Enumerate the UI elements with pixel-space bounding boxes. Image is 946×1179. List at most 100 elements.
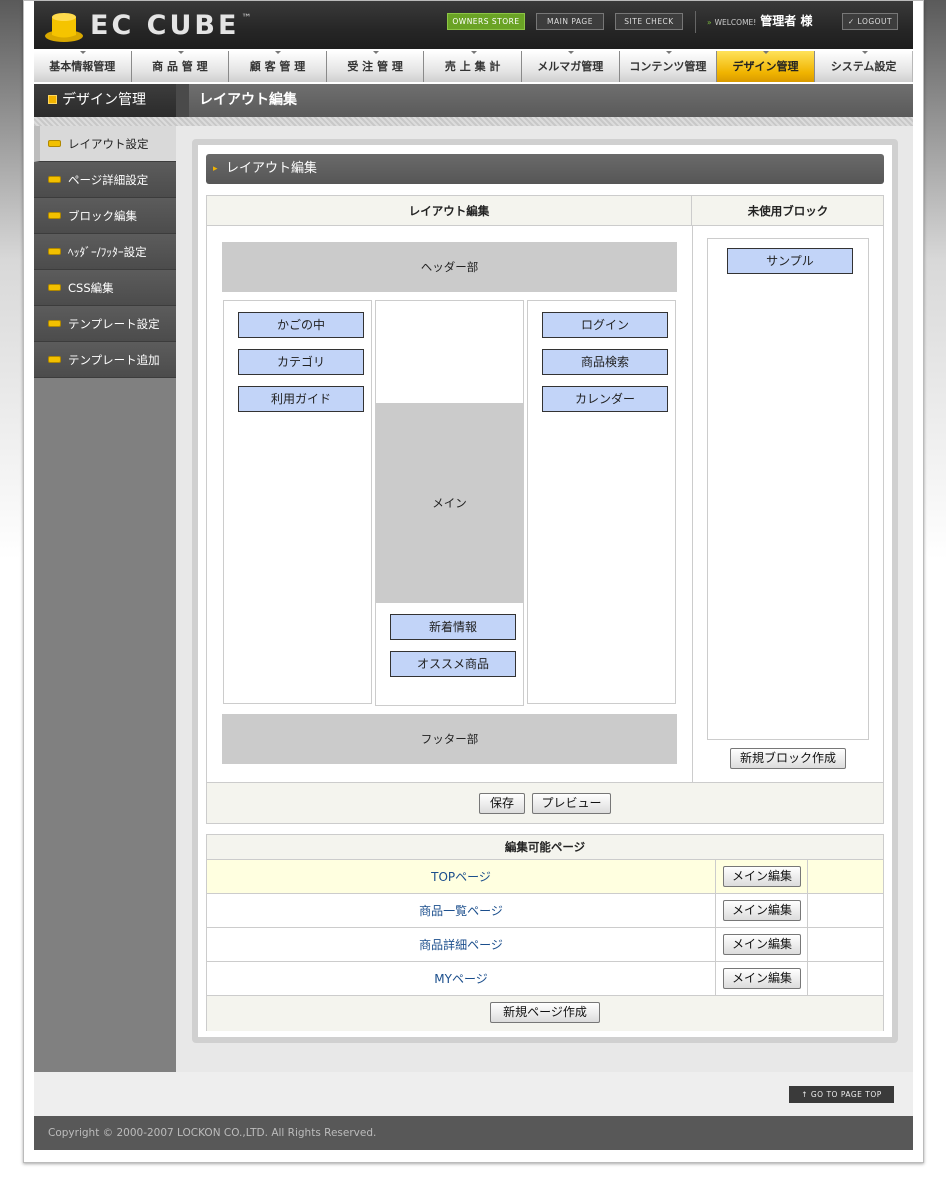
layout-column-header: レイアウト編集 [207,196,692,226]
logout-label: LOGOUT [857,17,893,26]
top-header: EC CUBE ™ OWNERS STORE MAIN PAGE SITE CH… [34,1,913,49]
sidebar-item-css[interactable]: CSS編集 [34,270,176,306]
nav-design[interactable]: デザイン管理 [717,51,815,82]
table-row: TOPページ メイン編集 [207,860,883,894]
page-link-mypage[interactable]: MYページ [207,962,716,996]
site-check-button[interactable]: SITE CHECK [615,13,683,30]
pages-actions: 新規ページ作成 [207,996,883,1031]
sidebar: レイアウト設定 ページ詳細設定 ブロック編集 ﾍｯﾀﾞｰ/ﾌｯﾀｰ設定 CSS編… [34,126,176,1072]
folder-icon [48,140,61,147]
block-calendar[interactable]: カレンダー [542,386,668,412]
section-title-text: デザイン管理 [62,92,146,108]
sidebar-item-label: ブロック編集 [68,209,137,223]
folder-icon [48,176,61,183]
sidebar-item-block-edit[interactable]: ブロック編集 [34,198,176,234]
main-edit-button[interactable]: メイン編集 [723,968,801,989]
main-edit-button[interactable]: メイン編集 [723,866,801,887]
user-name: 管理者 様 [760,14,813,28]
block-guide[interactable]: 利用ガイド [238,386,364,412]
footer-area: フッター部 [222,714,677,764]
layout-actions: 保存 プレビュー [207,782,883,823]
section-square-icon [48,95,57,104]
logo-hat-icon [45,13,83,42]
main-area-block: メイン [376,403,523,603]
layout-panel: レイアウト編集 レイアウト編集 未使用ブロック ヘッダー部 かごの中 カテゴリ … [192,139,898,1043]
sidebar-item-label: ページ詳細設定 [68,173,149,187]
page-link-top[interactable]: TOPページ [207,860,716,894]
main-area: レイアウト編集 レイアウト編集 未使用ブロック ヘッダー部 かごの中 カテゴリ … [176,126,913,1072]
new-page-button[interactable]: 新規ページ作成 [490,1002,600,1023]
main-page-button[interactable]: MAIN PAGE [536,13,604,30]
nav-customers[interactable]: 顧 客 管 理 [229,51,327,82]
main-edit-button[interactable]: メイン編集 [723,934,801,955]
sidebar-item-template-add[interactable]: テンプレート追加 [34,342,176,378]
block-category[interactable]: カテゴリ [238,349,364,375]
sidebar-item-label: レイアウト設定 [68,137,149,151]
table-row: MYページ メイン編集 [207,962,883,996]
page-actions: メイン編集 [717,962,808,996]
block-recommend[interactable]: オススメ商品 [390,651,516,677]
sidebar-item-label: テンプレート追加 [68,353,160,367]
page-link-product-detail[interactable]: 商品詳細ページ [207,928,716,962]
table-row: 商品詳細ページ メイン編集 [207,928,883,962]
page-actions: メイン編集 [717,860,808,894]
block-news[interactable]: 新着情報 [390,614,516,640]
folder-icon [48,320,61,327]
sidebar-item-layout[interactable]: レイアウト設定 [34,126,176,162]
sidebar-item-header-footer[interactable]: ﾍｯﾀﾞｰ/ﾌｯﾀｰ設定 [34,234,176,270]
pattern-band [34,117,913,126]
block-product-search[interactable]: 商品検索 [542,349,668,375]
go-to-top-button[interactable]: ↑ GO TO PAGE TOP [789,1086,894,1103]
folder-icon [48,248,61,255]
layout-table-header: レイアウト編集 未使用ブロック [207,196,883,226]
sidebar-item-label: テンプレート設定 [68,317,160,331]
block-login[interactable]: ログイン [542,312,668,338]
sub-header: デザイン管理 レイアウト編集 [34,84,913,117]
editable-pages-header: 編集可能ページ [207,835,883,860]
check-icon: ✓ [847,17,855,26]
logout-button[interactable]: ✓ LOGOUT [842,13,898,30]
page-actions: メイン編集 [717,928,808,962]
welcome-label: WELCOME! [714,18,757,27]
preview-button[interactable]: プレビュー [532,793,611,814]
logo-text: EC CUBE [90,10,240,41]
main-edit-button[interactable]: メイン編集 [723,900,801,921]
logo-trademark: ™ [241,12,252,24]
subheader-stripe [176,84,189,117]
unused-blocks-area [707,238,869,740]
block-sample[interactable]: サンプル [727,248,853,274]
page-link-product-list[interactable]: 商品一覧ページ [207,894,716,928]
nav-sales[interactable]: 売 上 集 計 [424,51,522,82]
block-cart[interactable]: かごの中 [238,312,364,338]
go-to-top-label: GO TO PAGE TOP [810,1090,882,1099]
nav-basic-info[interactable]: 基本情報管理 [34,51,132,82]
page-actions: メイン編集 [717,894,808,928]
section-title: デザイン管理 [34,84,176,117]
column-divider [692,226,693,782]
nav-contents[interactable]: コンテンツ管理 [619,51,718,82]
nav-orders[interactable]: 受 注 管 理 [326,51,425,82]
page-title: レイアウト編集 [199,92,297,108]
page-shell: EC CUBE ™ OWNERS STORE MAIN PAGE SITE CH… [23,0,924,1163]
double-chevron-icon: » [707,18,712,27]
owners-store-button[interactable]: OWNERS STORE [447,13,525,30]
sidebar-item-template-settings[interactable]: テンプレート設定 [34,306,176,342]
nav-system[interactable]: システム設定 [814,51,913,82]
logo[interactable]: EC CUBE ™ [44,9,251,43]
save-button[interactable]: 保存 [479,793,525,814]
arrow-up-icon: ↑ [801,1090,811,1099]
sidebar-item-page-detail[interactable]: ページ詳細設定 [34,162,176,198]
editable-pages-table: 編集可能ページ TOPページ メイン編集 商品一覧ページ メイン編集 商品詳細ペ… [206,834,884,1031]
new-block-button[interactable]: 新規ブロック作成 [730,748,846,769]
folder-icon [48,284,61,291]
unused-column-header: 未使用ブロック [747,204,829,218]
header-divider [695,11,696,33]
folder-icon [48,356,61,363]
footer-bar: ↑ GO TO PAGE TOP [34,1072,913,1116]
main-nav: 基本情報管理 商 品 管 理 顧 客 管 理 受 注 管 理 売 上 集 計 メ… [34,51,913,82]
table-row: 商品一覧ページ メイン編集 [207,894,883,928]
nav-mailmag[interactable]: メルマガ管理 [521,51,620,82]
nav-products[interactable]: 商 品 管 理 [131,51,230,82]
sidebar-item-label: ﾍｯﾀﾞｰ/ﾌｯﾀｰ設定 [68,245,147,259]
panel-title: レイアウト編集 [206,154,884,184]
